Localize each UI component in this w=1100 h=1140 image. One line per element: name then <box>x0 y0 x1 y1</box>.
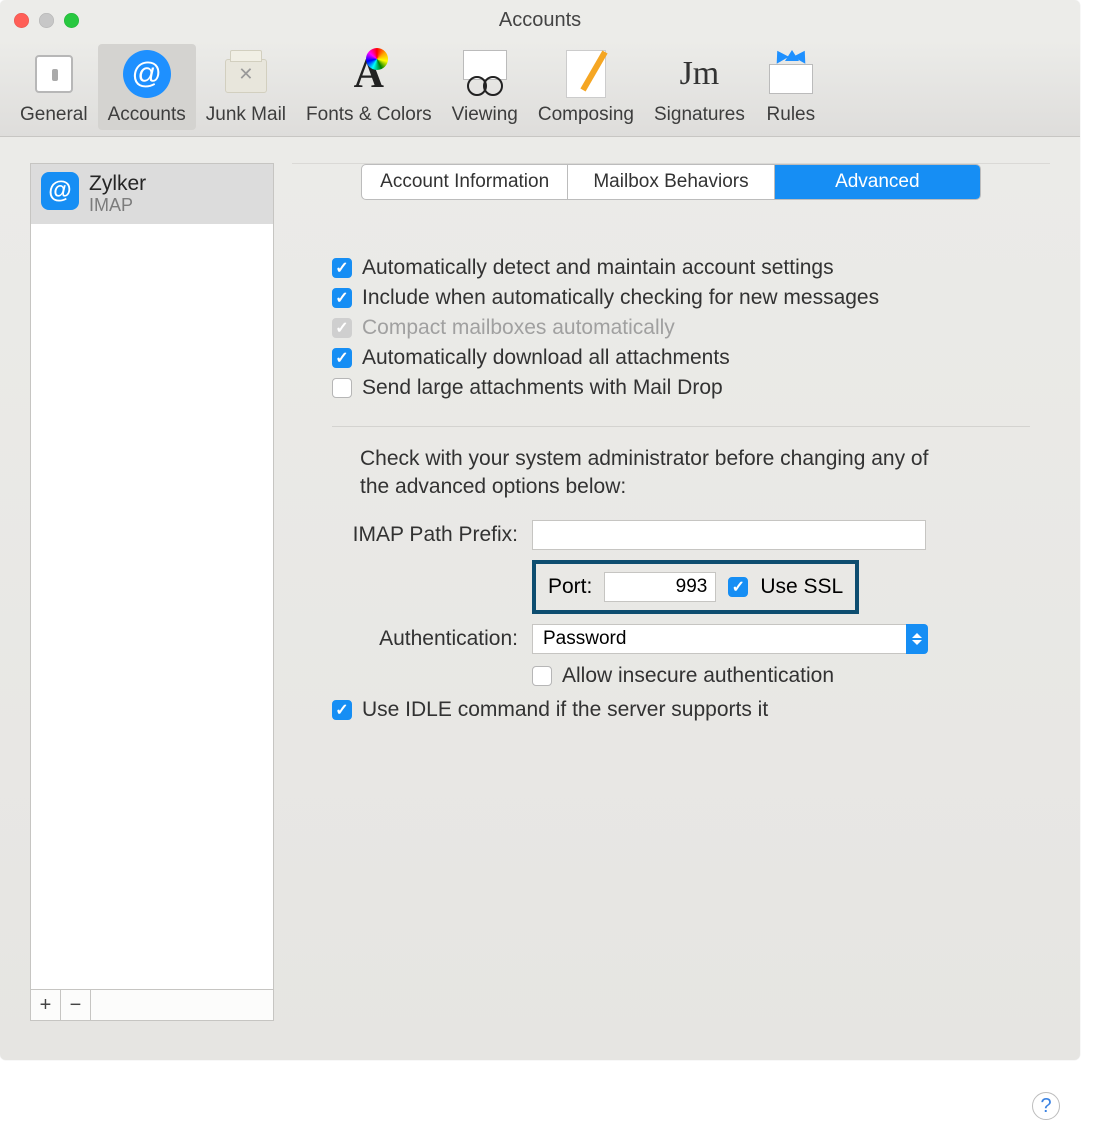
sidebar-footer: + − <box>31 989 273 1020</box>
toolbar-accounts[interactable]: @ Accounts <box>98 44 196 130</box>
authentication-value: Password <box>532 624 906 654</box>
check-mail-drop[interactable]: Send large attachments with Mail Drop <box>332 376 1030 400</box>
tab-account-information[interactable]: Account Information <box>362 165 568 199</box>
signatures-icon: Jm <box>680 55 720 93</box>
toolbar-label: Composing <box>538 104 634 126</box>
account-detail-panel: Account Information Mailbox Behaviors Ad… <box>292 163 1050 1021</box>
add-account-button[interactable]: + <box>31 990 61 1020</box>
toolbar-rules[interactable]: Rules <box>755 44 827 130</box>
chevron-updown-icon <box>906 624 928 654</box>
check-include-when-checking[interactable]: ✓ Include when automatically checking fo… <box>332 286 1030 310</box>
advanced-panel: ✓ Automatically detect and maintain acco… <box>292 240 1050 748</box>
row-imap-path-prefix: IMAP Path Prefix: <box>332 520 1030 550</box>
content-area: @ Zylker IMAP + − Account Information Ma… <box>0 137 1080 1047</box>
toolbar-junk-mail[interactable]: Junk Mail <box>196 44 296 130</box>
preferences-window: Accounts General @ Accounts Junk Mail A … <box>0 0 1080 1060</box>
tab-mailbox-behaviors[interactable]: Mailbox Behaviors <box>568 165 774 199</box>
check-auto-detect[interactable]: ✓ Automatically detect and maintain acco… <box>332 256 1030 280</box>
toolbar-label: Signatures <box>654 104 745 126</box>
checkbox-icon <box>332 378 352 398</box>
composing-icon <box>566 50 606 98</box>
use-ssl-label: Use SSL <box>760 575 843 599</box>
checkbox-icon: ✓ <box>332 288 352 308</box>
toolbar-label: General <box>20 104 88 126</box>
port-label: Port: <box>548 575 592 599</box>
check-allow-insecure[interactable]: Allow insecure authentication <box>532 664 834 688</box>
imap-prefix-input[interactable] <box>532 520 926 550</box>
rules-icon <box>769 54 813 94</box>
checkbox-icon <box>532 666 552 686</box>
authentication-label: Authentication: <box>332 627 532 651</box>
imap-prefix-label: IMAP Path Prefix: <box>332 523 532 547</box>
checkbox-icon: ✓ <box>332 318 352 338</box>
account-protocol: IMAP <box>89 195 146 216</box>
account-row[interactable]: @ Zylker IMAP <box>31 164 273 224</box>
row-allow-insecure: Allow insecure authentication <box>332 664 1030 688</box>
check-download-attachments[interactable]: ✓ Automatically download all attachments <box>332 346 1030 370</box>
at-badge-icon: @ <box>41 172 79 210</box>
checkbox-icon: ✓ <box>332 700 352 720</box>
toolbar-fonts-colors[interactable]: A Fonts & Colors <box>296 44 442 130</box>
authentication-select[interactable]: Password <box>532 624 928 654</box>
toolbar-viewing[interactable]: Viewing <box>442 44 528 130</box>
accounts-icon: @ <box>123 50 171 98</box>
toolbar-composing[interactable]: Composing <box>528 44 644 130</box>
toolbar-general[interactable]: General <box>10 44 98 130</box>
toolbar-label: Rules <box>765 104 817 126</box>
toolbar-label: Accounts <box>108 104 186 126</box>
port-ssl-highlight: Port: ✓ Use SSL <box>532 560 859 614</box>
checkbox-icon: ✓ <box>332 348 352 368</box>
toolbar-label: Fonts & Colors <box>306 104 432 126</box>
account-name: Zylker <box>89 172 146 195</box>
fonts-colors-icon: A <box>354 50 384 98</box>
check-compact-mailboxes: ✓ Compact mailboxes automatically <box>332 316 1030 340</box>
account-tabs: Account Information Mailbox Behaviors Ad… <box>361 164 981 200</box>
checkbox-icon: ✓ <box>332 258 352 278</box>
trash-icon <box>225 59 267 93</box>
toolbar-signatures[interactable]: Jm Signatures <box>644 44 755 130</box>
port-input[interactable] <box>604 572 716 602</box>
use-ssl-checkbox[interactable]: ✓ <box>728 577 748 597</box>
help-button[interactable]: ? <box>1032 1092 1060 1120</box>
titlebar: Accounts <box>0 0 1080 40</box>
row-port: Port: ✓ Use SSL <box>332 560 1030 614</box>
window-title: Accounts <box>0 9 1080 32</box>
general-icon <box>35 55 73 93</box>
accounts-sidebar: @ Zylker IMAP + − <box>30 163 274 1021</box>
row-authentication: Authentication: Password <box>332 624 1030 654</box>
remove-account-button[interactable]: − <box>61 990 91 1020</box>
check-use-idle[interactable]: ✓ Use IDLE command if the server support… <box>332 698 1030 722</box>
admin-notice: Check with your system administrator bef… <box>360 445 960 502</box>
accounts-list: @ Zylker IMAP <box>31 164 273 989</box>
toolbar-label: Viewing <box>452 104 518 126</box>
divider <box>332 426 1030 427</box>
viewing-icon <box>461 50 509 98</box>
preferences-toolbar: General @ Accounts Junk Mail A Fonts & C… <box>0 40 1080 137</box>
tab-advanced[interactable]: Advanced <box>775 165 980 199</box>
toolbar-label: Junk Mail <box>206 104 286 126</box>
